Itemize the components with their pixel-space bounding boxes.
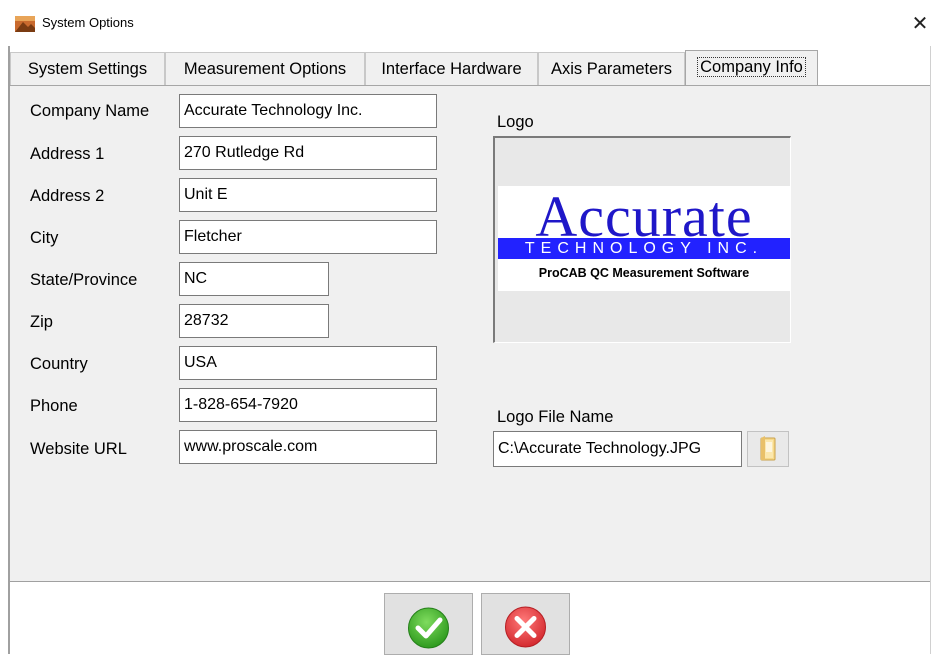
address1-field[interactable]: 270 Rutledge Rd — [179, 136, 437, 170]
city-field[interactable]: Fletcher — [179, 220, 437, 254]
website-url-label: Website URL — [30, 440, 127, 458]
tab-label: Axis Parameters — [550, 60, 673, 78]
logo-file-name-field[interactable]: C:\Accurate Technology.JPG — [493, 431, 742, 467]
zip-label: Zip — [30, 313, 53, 331]
logo-file-name-label: Logo File Name — [497, 408, 614, 426]
browse-logo-button[interactable] — [747, 431, 789, 467]
country-label: Country — [30, 355, 88, 373]
folder-icon — [760, 436, 776, 461]
address2-label: Address 2 — [30, 187, 105, 205]
tab-axis-parameters[interactable]: Axis Parameters — [538, 52, 685, 85]
tab-label: Measurement Options — [183, 60, 347, 78]
window-frame-right — [930, 46, 931, 654]
logo-preview[interactable]: Accurate TECHNOLOGY INC. ProCAB QC Measu… — [493, 136, 791, 343]
company-info-panel — [10, 85, 930, 582]
tab-interface-hardware[interactable]: Interface Hardware — [365, 52, 538, 85]
company-name-label: Company Name — [30, 102, 150, 120]
tab-label: System Settings — [27, 60, 148, 78]
state-province-field[interactable]: NC — [179, 262, 329, 296]
app-icon — [15, 16, 35, 32]
state-province-label: State/Province — [30, 271, 138, 289]
tab-label: Interface Hardware — [381, 60, 522, 78]
country-field[interactable]: USA — [179, 346, 437, 380]
close-icon[interactable]: ✕ — [908, 10, 932, 36]
website-url-field[interactable]: www.proscale.com — [179, 430, 437, 464]
company-name-field[interactable]: Accurate Technology Inc. — [179, 94, 437, 128]
logo-image-band: TECHNOLOGY INC. — [498, 238, 790, 259]
checkmark-icon — [408, 607, 449, 649]
window-title: System Options — [42, 15, 134, 30]
logo-image-tagline: ProCAB QC Measurement Software — [538, 266, 750, 280]
tab-system-settings[interactable]: System Settings — [10, 52, 165, 85]
logo-label: Logo — [497, 113, 534, 131]
city-label: City — [30, 229, 59, 247]
title-bar — [0, 0, 933, 46]
ok-button[interactable] — [384, 593, 473, 655]
tab-strip: System Settings Measurement Options Inte… — [10, 50, 930, 85]
tab-company-info[interactable]: Company Info — [685, 50, 818, 85]
cancel-x-icon — [505, 606, 546, 648]
phone-field[interactable]: 1-828-654-7920 — [179, 388, 437, 422]
phone-label: Phone — [30, 397, 78, 415]
address1-label: Address 1 — [30, 145, 105, 163]
address2-field[interactable]: Unit E — [179, 178, 437, 212]
tab-label: Company Info — [697, 57, 806, 77]
tab-measurement-options[interactable]: Measurement Options — [165, 52, 365, 85]
cancel-button[interactable] — [481, 593, 570, 655]
logo-image: Accurate TECHNOLOGY INC. ProCAB QC Measu… — [498, 186, 790, 291]
zip-field[interactable]: 28732 — [179, 304, 329, 338]
